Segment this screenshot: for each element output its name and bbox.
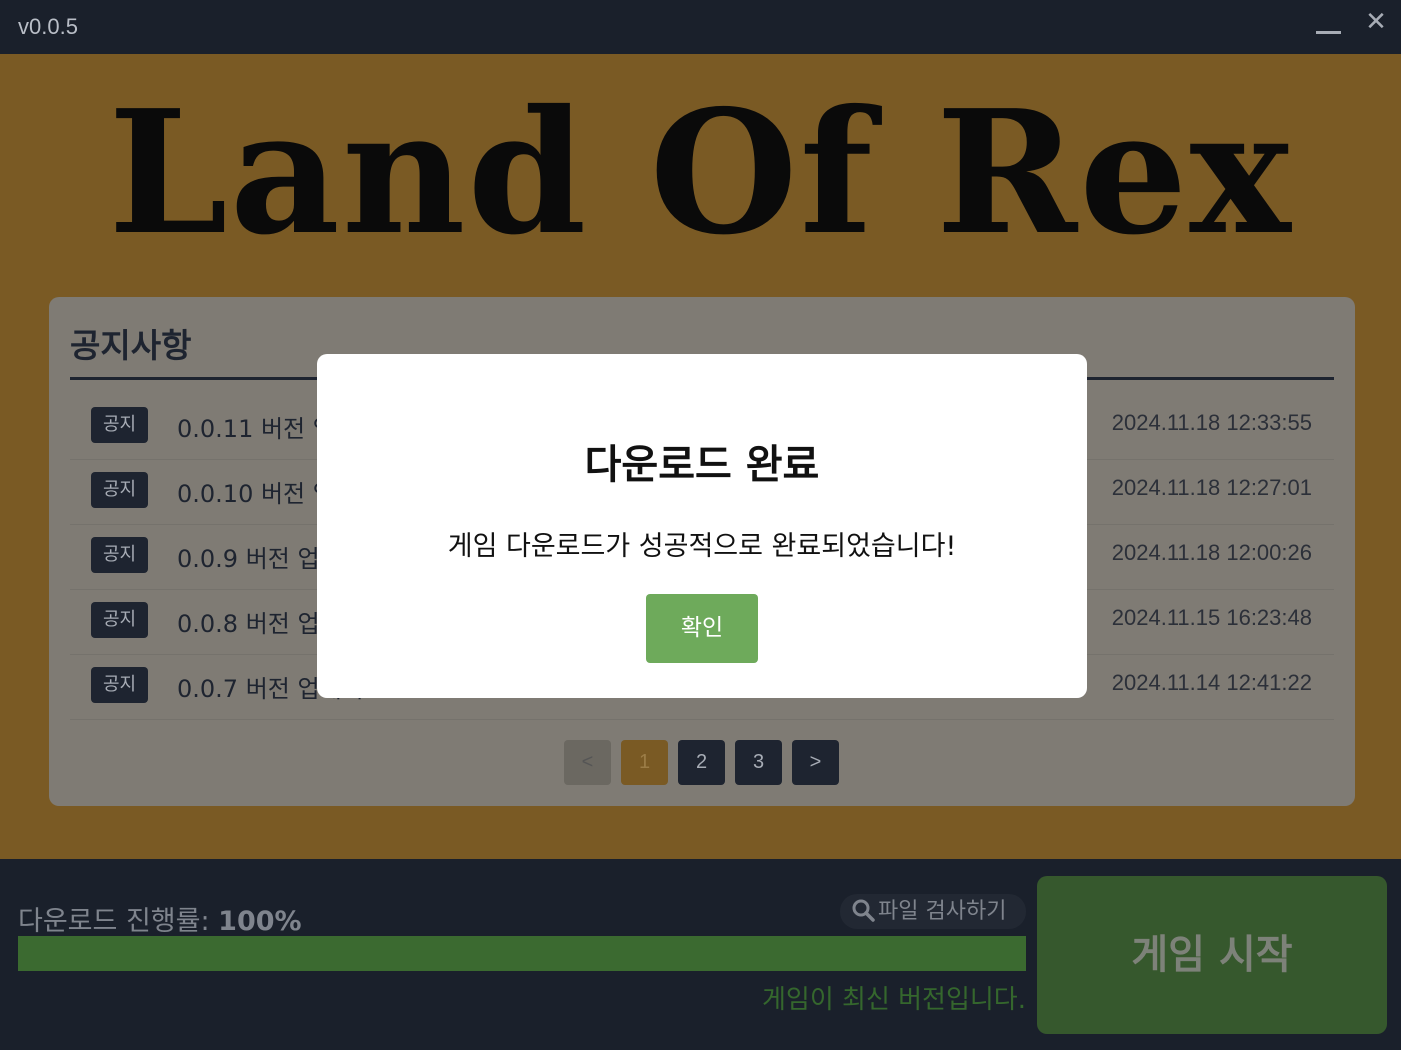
ok-button[interactable]: 확인 bbox=[646, 594, 758, 663]
progress-bar-fill bbox=[18, 936, 1026, 971]
check-files-label: 파일 검사하기 bbox=[878, 899, 1007, 924]
check-files-button[interactable]: 파일 검사하기 bbox=[840, 894, 1026, 929]
download-complete-dialog: 다운로드 완료 게임 다운로드가 성공적으로 완료되었습니다! 확인 bbox=[317, 354, 1087, 698]
dialog-message: 게임 다운로드가 성공적으로 완료되었습니다! bbox=[447, 531, 957, 562]
bottom-panel: 다운로드 진행률: 100% 파일 검사하기 게임이 최신 버전입니다. 게임 … bbox=[0, 859, 1401, 1050]
dialog-title: 다운로드 완료 bbox=[584, 442, 820, 488]
progress-label-text: 다운로드 진행률: bbox=[18, 906, 219, 937]
progress-label: 다운로드 진행률: 100% bbox=[18, 899, 302, 938]
search-icon bbox=[852, 899, 875, 922]
progress-bar bbox=[18, 936, 1026, 971]
status-text: 게임이 최신 버전입니다. bbox=[762, 985, 1026, 1015]
progress-percent: 100% bbox=[218, 906, 302, 937]
modal-backdrop: 다운로드 완료 게임 다운로드가 성공적으로 완료되었습니다! 확인 bbox=[0, 0, 1401, 859]
start-game-button[interactable]: 게임 시작 bbox=[1037, 876, 1387, 1034]
